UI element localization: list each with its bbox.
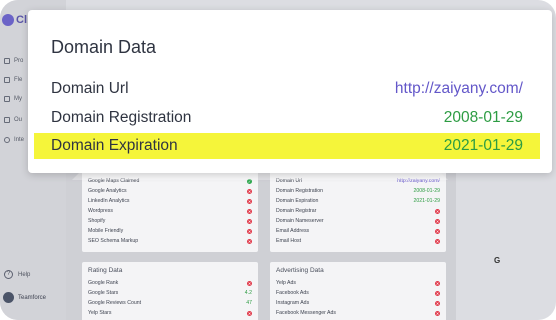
rating-panel: Rating Data Google Rank ✕ Google Stars 4.2… [82, 262, 258, 320]
list-item: Domain Url http://zaiyany.com/ [276, 178, 440, 184]
cross-icon: ✕ [247, 228, 252, 234]
list-item: Domain Nameserver ✕ [276, 218, 440, 224]
google-badge: G [494, 256, 501, 265]
chart-icon [4, 58, 10, 64]
list-item: Facebook Messenger Ads ✕ [276, 310, 440, 316]
list-item: Domain Expiration 2021-01-29 [276, 198, 440, 204]
list-item: Domain Registrar ✕ [276, 208, 440, 214]
cross-icon: ✕ [435, 228, 440, 234]
general-panel: General Google Maps Claimed✓ Google Anal… [82, 160, 258, 252]
mail-icon [4, 117, 10, 123]
sidebar-item-ou[interactable]: Ou [4, 117, 22, 123]
domain-panel: Domain Data Domain Urlhttp://zaiyany.com… [270, 160, 446, 252]
domain-expiration-row: Domain Expiration 2021-01-29 [34, 133, 540, 159]
list-item: Yelp Ads ✕ [276, 280, 440, 286]
logo-text: Cl [16, 14, 27, 26]
domain-url-value[interactable]: http://zaiyany.com/ [395, 80, 523, 98]
list-item: Shopify ✕ [88, 218, 252, 224]
cross-icon: ✕ [247, 198, 252, 204]
sidebar-item-fle[interactable]: Fle [4, 77, 22, 83]
list-item: Email Address ✕ [276, 228, 440, 234]
advertising-panel: Advertising Data Yelp Ads ✕ Facebook Ads ✕… [270, 262, 446, 320]
list-item: Mobile Friendly ✕ [88, 228, 252, 234]
cross-icon: ✕ [247, 208, 252, 214]
list-item: Domain Registration 2008-01-29 [276, 188, 440, 194]
list-item: Google Maps Claimed ✓ [88, 178, 252, 184]
list-item: Google Analytics ✕ [88, 188, 252, 194]
sidebar-item-my[interactable]: My [4, 96, 22, 102]
folder-icon [4, 77, 10, 83]
domain-url-row: Domain Url http://zaiyany.com/ [51, 80, 523, 98]
cross-icon: ✕ [435, 218, 440, 224]
list-item: Email Host ✕ [276, 238, 440, 244]
list-item: LinkedIn Analytics ✕ [88, 198, 252, 204]
domain-registration-row: Domain Registration 2008-01-29 [51, 109, 523, 126]
cross-icon: ✕ [435, 238, 440, 244]
help-link[interactable]: ? Help [4, 270, 30, 279]
cross-icon: ✕ [247, 238, 252, 244]
integration-icon [4, 137, 10, 143]
sidebar-item-inte[interactable]: Inte [4, 137, 24, 143]
list-item: Wordpress ✕ [88, 208, 252, 214]
domain-registration-value: 2008-01-29 [443, 109, 523, 126]
sidebar-item-pro[interactable]: Pro [4, 58, 23, 64]
list-item: SEO Schema Markup ✕ [88, 238, 252, 244]
cross-icon: ✕ [435, 310, 440, 316]
cross-icon: ✕ [435, 280, 440, 286]
cross-icon: ✕ [247, 218, 252, 224]
list-item: Google Reviews Count 47 [88, 300, 252, 306]
cross-icon: ✕ [435, 208, 440, 214]
cross-icon: ✕ [247, 188, 252, 194]
magnifier-title: Domain Data [51, 37, 157, 57]
logo-icon [2, 14, 14, 26]
app-logo[interactable]: Cl [2, 14, 27, 26]
domain-expiration-value: 2021-01-29 [443, 137, 523, 154]
help-icon: ? [4, 270, 13, 279]
check-icon: ✓ [247, 178, 252, 184]
domain-url-link[interactable]: http://zaiyany.com/ [397, 178, 440, 184]
panel-title: Advertising Data [276, 267, 324, 274]
avatar [3, 292, 14, 303]
cross-icon: ✕ [435, 300, 440, 306]
panel-title: Rating Data [88, 267, 123, 274]
cross-icon: ✕ [247, 280, 252, 286]
list-item: Yelp Stars ✕ [88, 310, 252, 316]
list-item: Google Stars 4.2 [88, 290, 252, 296]
list-item: Instagram Ads ✕ [276, 300, 440, 306]
list-item: Facebook Ads ✕ [276, 290, 440, 296]
user-menu[interactable]: Teamforce [3, 292, 46, 303]
magnifier-callout: Domain Data Domain Url http://zaiyany.co… [28, 10, 552, 173]
cross-icon: ✕ [435, 290, 440, 296]
cross-icon: ✕ [247, 310, 252, 316]
list-icon [4, 96, 10, 102]
list-item: Google Rank ✕ [88, 280, 252, 286]
